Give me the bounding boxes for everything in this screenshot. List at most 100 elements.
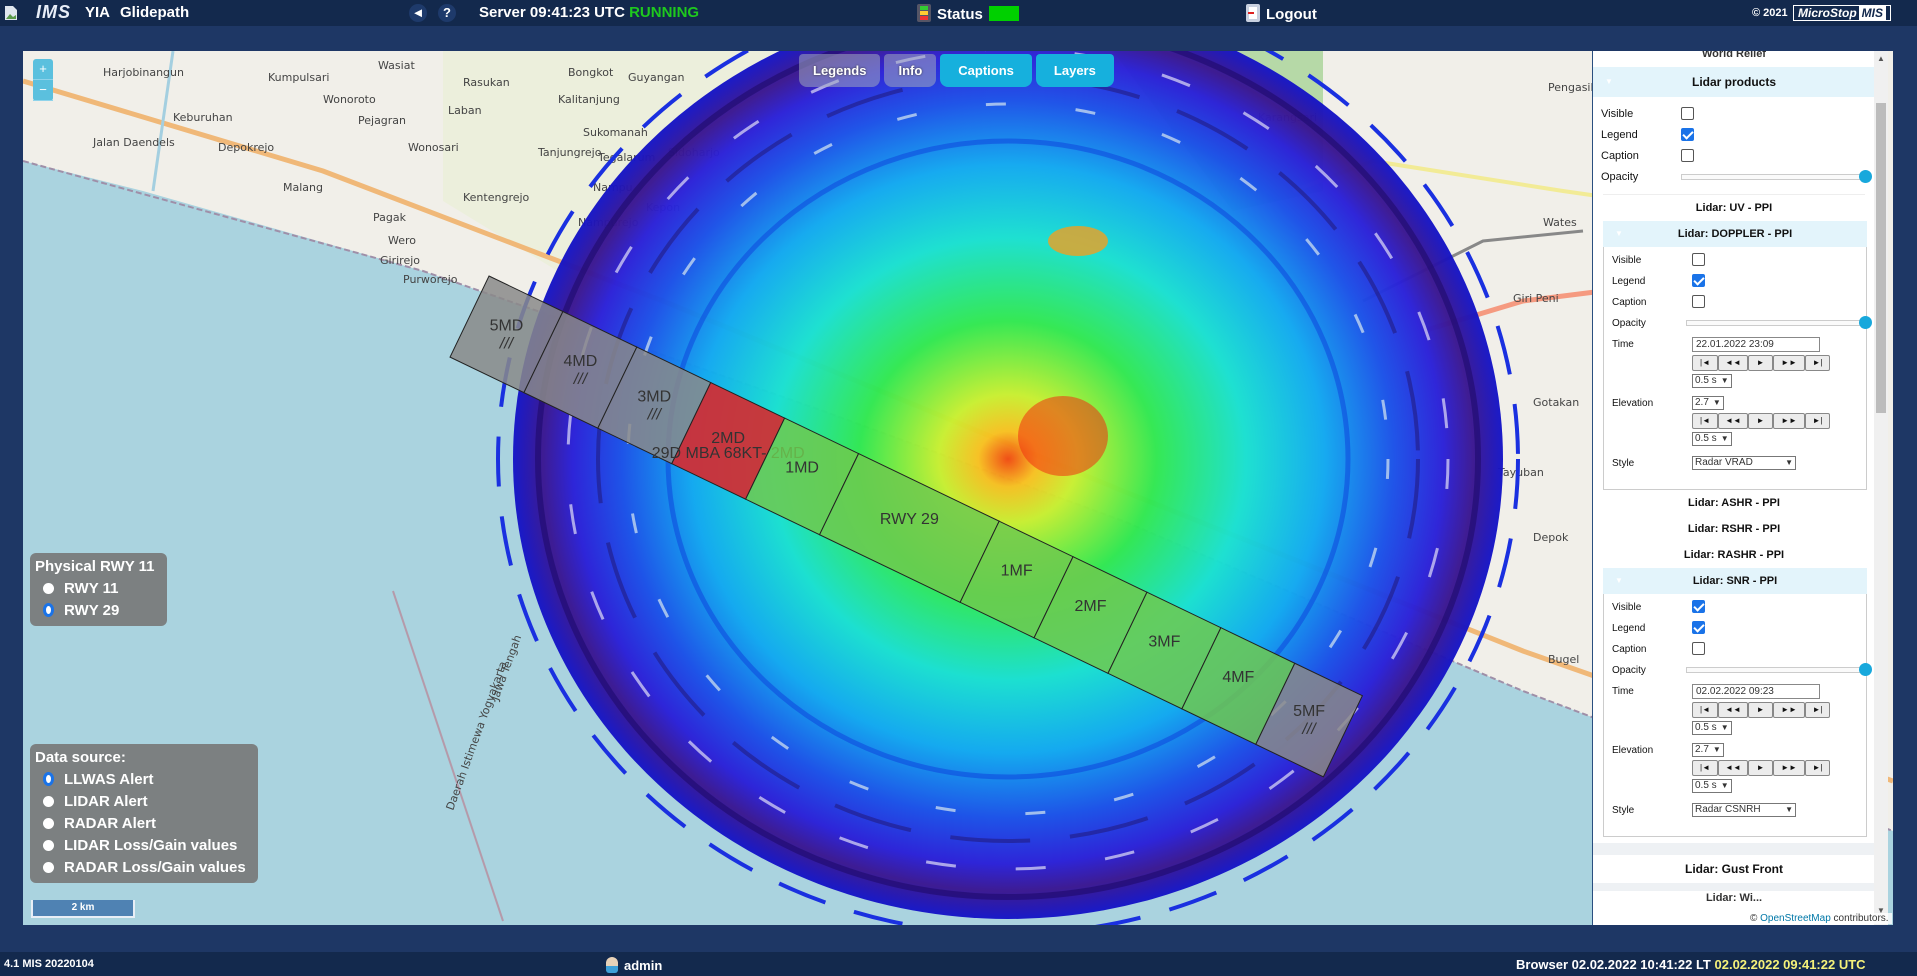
rewind-button[interactable]: ◄◄ [1718, 702, 1748, 718]
doppler-opacity-slider[interactable] [1686, 316, 1872, 329]
slider-handle[interactable] [1859, 169, 1872, 183]
scroll-up-icon[interactable]: ▲ [1877, 54, 1885, 63]
doppler-elev-speed-select[interactable]: 0.5 s ▼ [1692, 432, 1732, 446]
snr-style-select[interactable]: Radar CSNRH ▼ [1692, 803, 1796, 817]
runway-selector-title: Physical RWY 11 [35, 558, 155, 575]
fast-forward-button[interactable]: ►► [1773, 355, 1805, 371]
runway-segment-label: RWY 29 [880, 511, 939, 528]
runway-selector: Physical RWY 11 RWY 11 RWY 29 [30, 553, 167, 626]
doppler-legend-checkbox[interactable] [1692, 274, 1705, 287]
first-frame-button[interactable]: |◄ [1692, 355, 1718, 371]
radio-button[interactable] [43, 861, 54, 873]
snr-opacity-slider[interactable] [1686, 663, 1872, 676]
fast-forward-button[interactable]: ►► [1773, 413, 1805, 429]
scrollbar-thumb[interactable] [1876, 103, 1886, 413]
doppler-elevation-select[interactable]: 2.7 ▼ [1692, 396, 1724, 410]
place-label: Bugel [1548, 653, 1579, 666]
group-visible-checkbox[interactable] [1681, 107, 1694, 120]
last-frame-button[interactable]: ►| [1805, 760, 1830, 776]
doppler-style-select[interactable]: Radar VRAD ▼ [1692, 456, 1796, 470]
first-frame-button[interactable]: |◄ [1692, 413, 1718, 429]
status-button[interactable]: Status [917, 4, 1019, 23]
doppler-visible-checkbox[interactable] [1692, 253, 1705, 266]
radio-button[interactable] [43, 839, 54, 851]
place-label: Bongkot [568, 66, 614, 79]
fast-forward-button[interactable]: ►► [1773, 702, 1805, 718]
panel-scrollbar[interactable]: ▲ ▼ [1874, 51, 1888, 925]
runway-segment-label: 5MF [1293, 703, 1325, 720]
radio-button-selected[interactable] [43, 772, 54, 786]
snr-elevation-select[interactable]: 2.7 ▼ [1692, 743, 1724, 757]
play-button[interactable]: ► [1748, 702, 1773, 718]
product-header-snr-ppi[interactable]: ▼ Lidar: SNR - PPI [1603, 568, 1867, 594]
product-rshr-ppi[interactable]: Lidar: RSHR - PPI [1593, 516, 1875, 542]
radio-lidar-loss-gain[interactable]: LIDAR Loss/Gain values [35, 834, 253, 856]
slider-handle[interactable] [1859, 663, 1872, 676]
group-legend-checkbox[interactable] [1681, 128, 1694, 141]
group-opacity-slider[interactable] [1681, 169, 1872, 183]
snr-visible-checkbox[interactable] [1692, 600, 1705, 613]
radio-button-selected[interactable] [43, 603, 54, 617]
place-label: Kumpulsari [268, 71, 329, 84]
slider-handle[interactable] [1859, 316, 1872, 329]
user-menu[interactable]: admin [606, 957, 662, 973]
place-label: Tanjungrejo [537, 146, 602, 159]
place-label: Wasiat [378, 59, 415, 72]
group-caption-checkbox[interactable] [1681, 149, 1694, 162]
doppler-time-input[interactable]: 22.01.2022 23:09 [1692, 337, 1820, 352]
rewind-button[interactable]: ◄◄ [1718, 413, 1748, 429]
doppler-caption-checkbox[interactable] [1692, 295, 1705, 308]
tab-info[interactable]: Info [884, 54, 937, 87]
zoom-control: + − [33, 59, 53, 101]
logout-button[interactable]: Logout [1246, 4, 1317, 23]
radio-radar-loss-gain[interactable]: RADAR Loss/Gain values [35, 856, 253, 878]
group-caption-row: Caption [1593, 145, 1875, 166]
layer-world-relief[interactable]: World Relief [1593, 51, 1875, 63]
fast-forward-button[interactable]: ►► [1773, 760, 1805, 776]
doppler-time-speed-select[interactable]: 0.5 s ▼ [1692, 374, 1732, 388]
rewind-button[interactable]: ◄◄ [1718, 760, 1748, 776]
snr-time-input[interactable]: 02.02.2022 09:23 [1692, 684, 1820, 699]
product-rashr-ppi[interactable]: Lidar: RASHR - PPI [1593, 542, 1875, 568]
radio-button[interactable] [43, 817, 54, 829]
play-button[interactable]: ► [1748, 355, 1773, 371]
first-frame-button[interactable]: |◄ [1692, 760, 1718, 776]
openstreetmap-link[interactable]: OpenStreetMap [1760, 913, 1831, 924]
radio-button[interactable] [43, 582, 54, 594]
last-frame-button[interactable]: ►| [1805, 702, 1830, 718]
last-frame-button[interactable]: ►| [1805, 413, 1830, 429]
rewind-button[interactable]: ◄◄ [1718, 355, 1748, 371]
utc-time: 02.02.2022 09:41:22 UTC [1714, 957, 1866, 972]
radio-button[interactable] [43, 795, 54, 807]
product-ashr-ppi[interactable]: Lidar: ASHR - PPI [1593, 490, 1875, 516]
product-header-doppler-ppi[interactable]: ▼ Lidar: DOPPLER - PPI [1603, 221, 1867, 247]
tab-legends[interactable]: Legends [799, 54, 881, 87]
zoom-out-button[interactable]: − [33, 80, 53, 101]
radio-rwy-29[interactable]: RWY 29 [35, 599, 162, 621]
back-arrow-icon[interactable]: ◄ [409, 4, 427, 22]
radio-radar-alert[interactable]: RADAR Alert [35, 812, 253, 834]
group-header-lidar-products[interactable]: ▼ Lidar products [1593, 67, 1875, 97]
zoom-in-button[interactable]: + [33, 59, 53, 80]
first-frame-button[interactable]: |◄ [1692, 702, 1718, 718]
runway-segment-label: 1MF [1001, 562, 1033, 579]
last-frame-button[interactable]: ►| [1805, 355, 1830, 371]
play-button[interactable]: ► [1748, 760, 1773, 776]
tab-layers[interactable]: Layers [1035, 54, 1114, 87]
snr-time-speed-select[interactable]: 0.5 s ▼ [1692, 721, 1732, 735]
product-cut-off[interactable]: Lidar: Wi... [1593, 891, 1875, 905]
snr-elev-speed-select[interactable]: 0.5 s ▼ [1692, 779, 1732, 793]
play-button[interactable]: ► [1748, 413, 1773, 429]
place-label: Rasukan [463, 76, 510, 89]
broken-image-icon [5, 6, 17, 20]
tab-captions[interactable]: Captions [940, 54, 1032, 87]
radio-rwy-11[interactable]: RWY 11 [35, 577, 162, 599]
radio-llwas-alert[interactable]: LLWAS Alert [35, 768, 253, 790]
snr-legend-checkbox[interactable] [1692, 621, 1705, 634]
product-uv-ppi[interactable]: Lidar: UV - PPI [1593, 195, 1875, 221]
snr-caption-checkbox[interactable] [1692, 642, 1705, 655]
help-icon[interactable]: ? [438, 4, 456, 22]
product-gust-front[interactable]: Lidar: Gust Front [1593, 855, 1875, 883]
radio-lidar-alert[interactable]: LIDAR Alert [35, 790, 253, 812]
data-source-title: Data source: [35, 749, 126, 766]
